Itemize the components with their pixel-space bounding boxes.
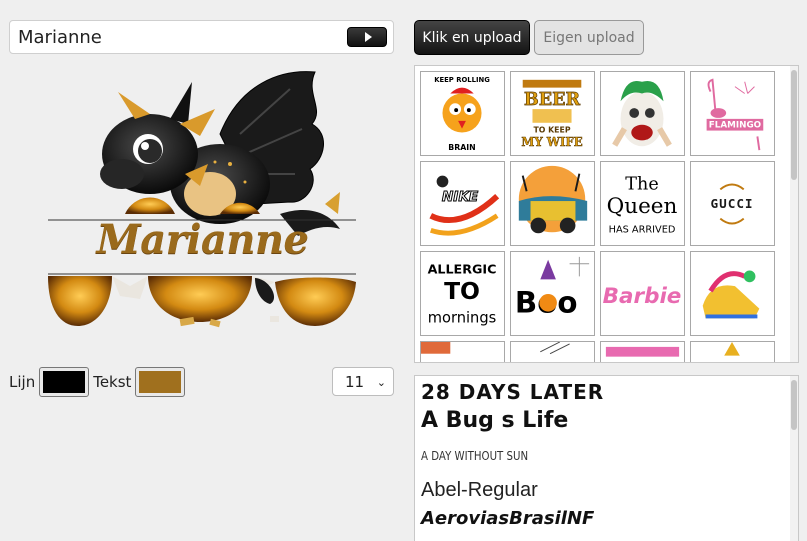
tile-text: BRAIN — [448, 143, 475, 152]
tile-text: TO KEEP — [533, 126, 570, 135]
own-upload-button[interactable]: Eigen upload — [534, 20, 644, 55]
color-controls: Lijn Tekst — [9, 367, 189, 397]
font-item-a-day-without-sun[interactable]: A DAY WITHOUT SUN — [421, 449, 528, 463]
name-input[interactable] — [10, 21, 340, 53]
gallery-tile-allergic[interactable]: ALLERGIC TO mornings — [420, 251, 505, 336]
gallery-tile-joker[interactable] — [600, 71, 685, 156]
font-item-abel-regular[interactable]: Abel-Regular — [421, 479, 538, 502]
play-icon — [364, 32, 372, 42]
font-item-28-days-later[interactable]: 28 DAYS LATER — [421, 380, 604, 404]
line-color-swatch — [43, 371, 86, 393]
font-list-scrollbar-thumb[interactable] — [791, 380, 797, 430]
tile-text: ALLERGIC — [428, 261, 497, 276]
gallery-tile-jeep[interactable] — [510, 161, 595, 246]
gallery-tile-beer[interactable]: BEER TO KEEP MY WIFE — [510, 71, 595, 156]
tile-text: mornings — [428, 309, 496, 326]
click-upload-button[interactable]: Klik en upload — [414, 20, 530, 55]
tile-text: HAS ARRIVED — [609, 224, 676, 235]
tile-text: FLAMINGO — [709, 121, 762, 131]
line-color-picker[interactable] — [39, 367, 90, 397]
font-item-aerovias-brasil[interactable]: AeroviasBrasilNF — [421, 508, 594, 529]
design-preview: Marianne — [40, 64, 365, 336]
gallery-tile-gucci[interactable]: GUCCI — [690, 161, 775, 246]
tile-text: KEEP ROLLING — [434, 76, 490, 84]
tile-text: MY WIFE — [521, 135, 582, 149]
gallery-tile-boo[interactable]: Boo — [510, 251, 595, 336]
line-color-label: Lijn — [9, 373, 36, 391]
tile-text: Barbie — [603, 284, 682, 309]
gallery-scrollbar-thumb[interactable] — [791, 70, 797, 180]
tile-text: GUCCI — [710, 196, 753, 211]
gallery-tile[interactable] — [600, 341, 685, 362]
tile-text: BEER — [524, 90, 581, 110]
tile-text: NIKE — [442, 189, 479, 205]
preview-name-text: Marianne — [96, 216, 310, 263]
gallery-tile[interactable] — [690, 341, 775, 362]
font-list: 28 DAYS LATER A Bug s Life A DAY WITHOUT… — [414, 375, 799, 541]
gallery-tile-queen[interactable]: The Queen HAS ARRIVED — [600, 161, 685, 246]
gallery-scrollbar[interactable] — [790, 66, 798, 362]
apply-button[interactable] — [347, 27, 387, 47]
tile-text: The — [625, 174, 658, 194]
text-color-label: Tekst — [93, 373, 132, 391]
gallery-tile[interactable] — [420, 341, 505, 362]
gallery-tile-flamingo[interactable]: FLAMINGO — [690, 71, 775, 156]
text-color-picker[interactable] — [135, 367, 186, 397]
gallery-tile-barbie[interactable]: Barbie — [600, 251, 685, 336]
size-select-value: 11 — [345, 372, 365, 391]
name-input-wrapper — [9, 20, 394, 54]
gallery-grid: KEEP ROLLING BRAIN BEER TO KEEP MY WIFE — [420, 71, 775, 362]
chevron-down-icon: ⌄ — [376, 376, 386, 389]
gallery-tile-nike[interactable]: NIKE — [420, 161, 505, 246]
tile-text: TO — [444, 277, 480, 305]
design-gallery: KEEP ROLLING BRAIN BEER TO KEEP MY WIFE — [414, 65, 799, 363]
tile-text: Queen — [607, 194, 678, 219]
font-item-a-bugs-life[interactable]: A Bug s Life — [421, 408, 568, 433]
dragon-artwork — [48, 71, 356, 328]
gallery-tile-rooster[interactable]: KEEP ROLLING BRAIN — [420, 71, 505, 156]
font-list-scrollbar[interactable] — [790, 376, 798, 541]
text-color-swatch — [139, 371, 182, 393]
size-select[interactable]: 11 ⌄ — [332, 367, 394, 396]
gallery-tile-sneaker[interactable] — [690, 251, 775, 336]
gallery-tile[interactable] — [510, 341, 595, 362]
